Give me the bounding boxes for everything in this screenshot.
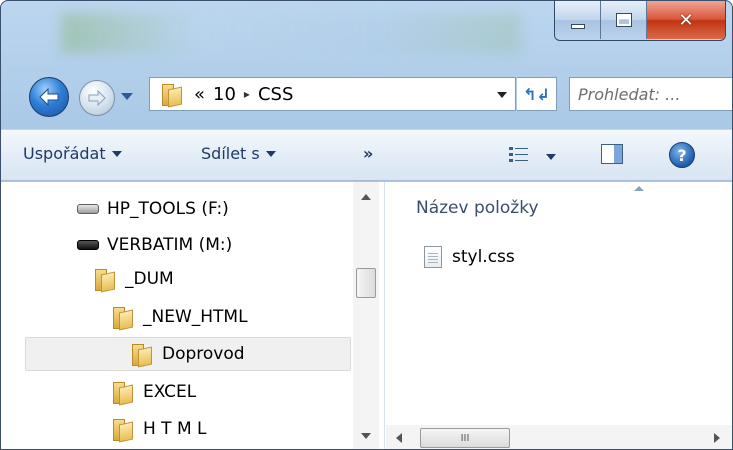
help-icon[interactable]: ? — [669, 142, 695, 168]
tree-item-label: HP_TOOLS (F:) — [107, 199, 229, 219]
column-header-label: Název položky — [416, 198, 539, 218]
command-bar: Uspořádat Sdílet s » ? — [1, 129, 732, 181]
drive-icon — [77, 204, 99, 214]
tree-item-label: H T M L — [143, 419, 207, 439]
tree-item-doprovod[interactable]: Doprovod — [25, 337, 351, 371]
share-label: Sdílet s — [201, 144, 260, 163]
chevron-down-icon — [111, 150, 122, 157]
maximize-icon — [615, 13, 632, 27]
tree-item-verbatim[interactable]: VERBATIM (M:) — [77, 228, 232, 262]
back-button[interactable] — [29, 77, 69, 117]
column-header-name[interactable]: Název položky — [416, 198, 539, 218]
folder-icon — [113, 418, 133, 441]
change-view-icon[interactable] — [509, 146, 529, 164]
sort-ascending-icon — [634, 186, 644, 191]
scroll-left-icon[interactable] — [396, 433, 402, 443]
organize-button[interactable]: Uspořádat — [23, 144, 122, 163]
address-bar[interactable]: « 10 ▸ CSS — [149, 77, 516, 111]
organize-label: Uspořádat — [23, 144, 106, 163]
tree-item-excel[interactable]: EXCEL — [113, 375, 196, 409]
scroll-down-icon[interactable] — [361, 433, 371, 439]
tree-item-label: _DUM — [125, 269, 174, 289]
navigation-pane-scrollbar[interactable] — [353, 182, 379, 449]
forward-button[interactable] — [79, 80, 115, 116]
search-placeholder: Prohledat: ... — [578, 84, 681, 104]
title-bar-background — [61, 13, 521, 53]
tree-item-label: EXCEL — [143, 382, 197, 402]
tree-item-new-html[interactable]: _NEW_HTML — [113, 300, 248, 334]
text-file-icon — [424, 246, 442, 268]
folder-icon — [113, 381, 133, 404]
tree-item-label: _NEW_HTML — [143, 307, 248, 327]
preview-pane-icon[interactable] — [601, 144, 623, 164]
more-commands-button[interactable]: » — [363, 144, 373, 163]
file-list-pane: Název položky styl.css III — [386, 182, 732, 449]
folder-icon — [132, 343, 152, 366]
refresh-button[interactable]: ↰↲ — [517, 77, 557, 111]
navigation-pane: HP_TOOLS (F:) VERBATIM (M:) _DUM _NEW_HT… — [1, 182, 385, 449]
folder-icon — [162, 83, 182, 106]
close-button[interactable]: ✕ — [647, 1, 725, 39]
tree-item-hp-tools[interactable]: HP_TOOLS (F:) — [77, 192, 229, 226]
tree-item-label: Doprovod — [162, 344, 245, 364]
file-item[interactable]: styl.css — [424, 246, 515, 268]
minimize-button[interactable] — [555, 1, 601, 39]
scroll-up-icon[interactable] — [361, 194, 371, 200]
maximize-button[interactable] — [601, 1, 647, 39]
close-icon: ✕ — [678, 9, 694, 31]
breadcrumb-item-10[interactable]: 10 — [213, 84, 236, 105]
breadcrumb: « 10 ▸ CSS — [194, 84, 293, 105]
breadcrumb-overflow[interactable]: « — [194, 84, 205, 105]
refresh-icon: ↰↲ — [523, 84, 550, 104]
file-name: styl.css — [452, 247, 515, 267]
scrollbar-thumb[interactable]: III — [420, 428, 510, 448]
breadcrumb-item-css[interactable]: CSS — [258, 84, 293, 105]
scrollbar-grip: III — [460, 432, 470, 444]
window-caption-buttons: ✕ — [554, 1, 726, 41]
tree-item-dum[interactable]: _DUM — [95, 262, 174, 296]
tree-item-label: VERBATIM (M:) — [107, 235, 233, 255]
tree-item-html[interactable]: H T M L — [113, 412, 207, 446]
scrollbar-thumb[interactable] — [356, 268, 376, 298]
folder-icon — [113, 306, 133, 329]
minimize-icon — [570, 23, 585, 29]
explorer-window: ✕ « 10 ▸ CSS ↰↲ Prohledat: ... Uspořádat… — [0, 0, 733, 450]
breadcrumb-separator-icon[interactable]: ▸ — [244, 87, 250, 101]
file-list-horizontal-scrollbar[interactable]: III — [386, 425, 732, 449]
back-arrow-icon — [39, 88, 59, 106]
recent-pages-dropdown-icon[interactable] — [121, 93, 133, 100]
search-input[interactable]: Prohledat: ... — [569, 77, 732, 111]
content-area: HP_TOOLS (F:) VERBATIM (M:) _DUM _NEW_HT… — [1, 182, 732, 449]
share-button[interactable]: Sdílet s — [201, 144, 276, 163]
address-history-dropdown-icon[interactable] — [497, 92, 507, 98]
view-options-dropdown-icon[interactable] — [546, 154, 556, 160]
navigation-bar: « 10 ▸ CSS ↰↲ Prohledat: ... — [1, 71, 732, 121]
usb-drive-icon — [77, 240, 99, 250]
chevron-down-icon — [265, 150, 276, 157]
forward-arrow-icon — [88, 90, 106, 106]
folder-icon — [95, 268, 115, 291]
scroll-right-icon[interactable] — [714, 433, 720, 443]
more-label: » — [363, 144, 374, 163]
